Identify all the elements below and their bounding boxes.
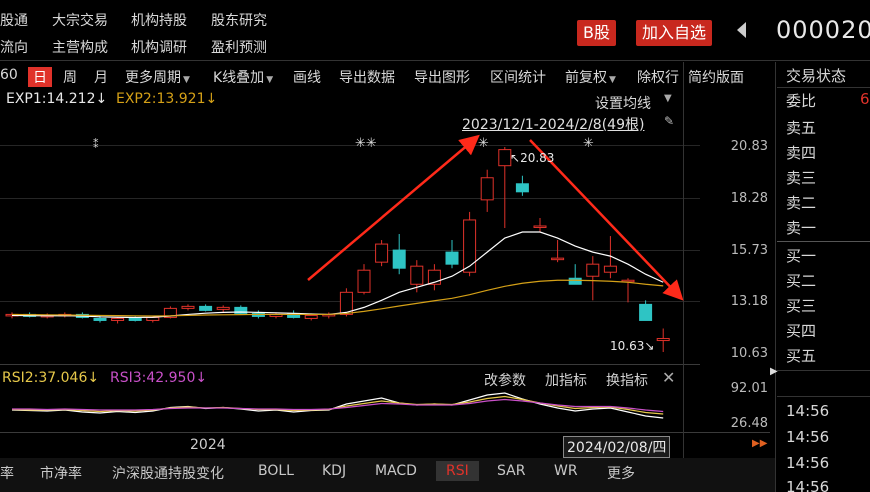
candle-body xyxy=(216,306,230,310)
event-marker-icon[interactable]: ✳ xyxy=(478,136,489,151)
high-price-annotation: ↖20.83 xyxy=(510,151,555,165)
close-icon[interactable]: ✕ xyxy=(662,368,675,387)
rsi2-value: RSI2:37.046↓ xyxy=(2,370,100,386)
x-axis-year: 2024 xyxy=(190,437,226,453)
sell-level-3: 卖三 xyxy=(786,169,817,187)
candle-body xyxy=(199,305,213,311)
candle-body xyxy=(392,249,406,269)
buy-level-4: 买四 xyxy=(786,322,817,340)
candlestick-chart[interactable] xyxy=(0,0,870,492)
candle-body xyxy=(656,338,670,342)
trade-time: 14:56 xyxy=(786,454,830,472)
trade-status-label: 交易状态 xyxy=(786,67,847,85)
cursor-date: 2024/02/08/四 xyxy=(563,436,671,458)
event-marker-icon[interactable]: ⁑ xyxy=(93,138,99,151)
candle-body xyxy=(498,149,512,167)
candle-body xyxy=(304,314,318,319)
weibi-value: 6 xyxy=(860,90,870,108)
ma2-line xyxy=(11,279,664,317)
candle-body xyxy=(410,265,424,285)
candle-body xyxy=(128,317,142,321)
candle-body xyxy=(181,305,195,309)
ma1-line xyxy=(11,231,664,319)
scroll-right-icon[interactable]: ▶▶ xyxy=(752,438,767,449)
candle-body xyxy=(375,243,389,263)
candle-body xyxy=(551,257,565,261)
candle-body xyxy=(639,303,653,321)
add-indicator-button[interactable]: 加指标 xyxy=(545,370,587,390)
candle-body xyxy=(533,225,547,228)
candle-body xyxy=(515,183,529,193)
candle-body xyxy=(568,277,582,285)
tab-more[interactable]: 更多 xyxy=(607,463,635,483)
trade-time: 14:56 xyxy=(786,428,830,446)
buy-level-5: 买五 xyxy=(786,347,817,365)
candle-body xyxy=(463,219,477,273)
candle-body xyxy=(603,265,617,273)
tab-kdj[interactable]: KDJ xyxy=(322,463,346,479)
edit-params-button[interactable]: 改参数 xyxy=(484,370,526,390)
tab-sar[interactable]: SAR xyxy=(497,463,525,479)
buy-level-1: 买一 xyxy=(786,247,817,265)
sell-level-1: 卖一 xyxy=(786,219,817,237)
trade-time: 14:56 xyxy=(786,402,830,420)
candle-body xyxy=(357,269,371,293)
event-marker-icon[interactable]: ✳ xyxy=(583,136,594,151)
candle-body xyxy=(480,177,494,201)
tab-macd[interactable]: MACD xyxy=(375,463,417,479)
buy-level-3: 买三 xyxy=(786,297,817,315)
rsi3-value: RSI3:42.950↓ xyxy=(110,370,208,386)
low-price-annotation: 10.63↘ xyxy=(610,339,655,353)
tab-pb-ratio[interactable]: 市净率 xyxy=(40,463,82,483)
tab-stock-connect-change[interactable]: 沪深股通持股变化 xyxy=(112,463,224,483)
buy-level-2: 买二 xyxy=(786,272,817,290)
candle-body xyxy=(586,263,600,277)
weibi-label: 委比 xyxy=(786,92,817,110)
expand-panel-icon[interactable]: ▶ xyxy=(770,366,778,377)
candle-body xyxy=(146,316,160,321)
sell-level-2: 卖二 xyxy=(786,194,817,212)
tab-rsi[interactable]: RSI xyxy=(436,461,479,481)
tab-boll[interactable]: BOLL xyxy=(258,463,294,479)
switch-indicator-button[interactable]: 换指标 xyxy=(606,370,648,390)
sell-level-5: 卖五 xyxy=(786,119,817,137)
candle-body xyxy=(445,251,459,265)
tab-wr[interactable]: WR xyxy=(554,463,578,479)
event-marker-icon[interactable]: ✳✳ xyxy=(355,136,377,151)
candle-body xyxy=(93,317,107,321)
trade-time: 14:56 xyxy=(786,478,830,492)
tab-rate[interactable]: 率 xyxy=(0,463,14,483)
sell-level-4: 卖四 xyxy=(786,144,817,162)
candle-body xyxy=(111,317,125,321)
